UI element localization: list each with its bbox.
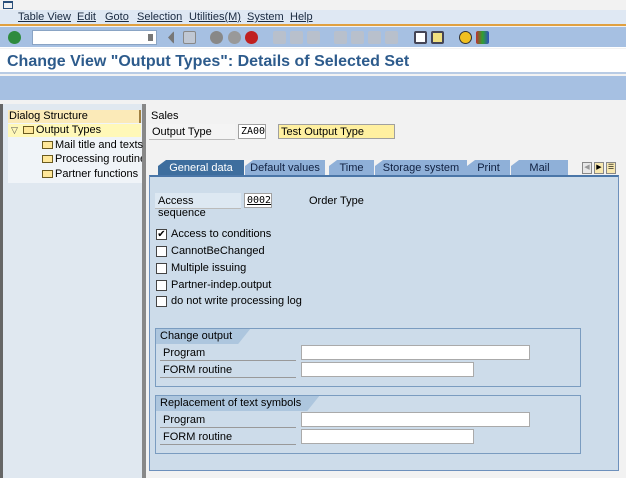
tab-time[interactable]: Time: [329, 160, 374, 176]
output-type-description: Test Output Type: [278, 124, 395, 139]
menu-selection[interactable]: Selection: [137, 11, 182, 23]
checkbox-label: Multiple issuing: [171, 262, 247, 274]
replacement-text-symbols-group: Replacement of text symbols Program FORM…: [155, 395, 581, 454]
command-field[interactable]: [32, 30, 157, 45]
checkbox-label: do not write processing log: [171, 295, 302, 307]
form-routine-label: FORM routine: [160, 430, 296, 445]
find-icon[interactable]: [290, 31, 303, 44]
checkbox-no-processing-log[interactable]: [156, 296, 167, 307]
tree-item-processing-routines[interactable]: Processing routines: [42, 153, 142, 165]
tab-scroll-right-button[interactable]: ▶: [594, 162, 604, 174]
change-output-group: Change output Program FORM routine: [155, 328, 581, 387]
tab-mail[interactable]: Mail: [511, 160, 568, 176]
tab-general-data[interactable]: General data: [158, 160, 244, 176]
output-type-label: Output Type: [149, 124, 235, 140]
checkbox-cannot-be-changed[interactable]: [156, 246, 167, 257]
exit-icon[interactable]: [228, 31, 241, 44]
tree-item-output-types[interactable]: ▽ Output Types: [8, 124, 141, 137]
tab-default-values[interactable]: Default values: [245, 160, 325, 176]
folder-icon: [42, 141, 53, 149]
menu-help[interactable]: Help: [290, 11, 313, 23]
change-output-program-field[interactable]: [301, 345, 530, 360]
access-sequence-label: Access sequence: [155, 193, 241, 219]
save-icon[interactable]: [183, 31, 196, 44]
dialog-structure-header: Dialog Structure: [8, 110, 141, 123]
menu-edit[interactable]: Edit: [77, 11, 96, 23]
customize-layout-icon[interactable]: [476, 31, 489, 44]
form-routine-label: FORM routine: [160, 363, 296, 378]
back-icon[interactable]: [168, 31, 174, 44]
replacement-form-field[interactable]: [301, 429, 474, 444]
tab-scroll-left-button[interactable]: ◀: [582, 162, 592, 174]
page-title: Change View "Output Types": Details of S…: [7, 53, 410, 70]
program-label: Program: [160, 346, 296, 361]
enter-icon[interactable]: [8, 31, 21, 44]
tab-print[interactable]: Print: [467, 160, 510, 176]
group-title: Change output: [156, 329, 250, 344]
standard-toolbar: [0, 27, 626, 48]
last-page-icon[interactable]: [385, 31, 398, 44]
access-sequence-field[interactable]: 0002: [244, 193, 272, 208]
title-bar: Change View "Output Types": Details of S…: [0, 49, 626, 74]
prev-page-icon[interactable]: [351, 31, 364, 44]
dialog-structure-panel: Dialog Structure ▽ Output Types Mail titl…: [0, 104, 146, 478]
checkbox-label: Partner-indep.output: [171, 279, 272, 291]
back-nav-icon[interactable]: [210, 31, 223, 44]
shortcut-icon[interactable]: [431, 31, 444, 44]
tree-item-mail-title[interactable]: Mail title and texts: [42, 139, 143, 151]
change-output-form-field[interactable]: [301, 362, 474, 377]
replacement-program-field[interactable]: [301, 412, 530, 427]
create-session-icon[interactable]: [414, 31, 427, 44]
checkbox-multiple-issuing[interactable]: [156, 263, 167, 274]
open-folder-icon: [22, 126, 34, 134]
general-data-panel: Access sequence 0002 Order Type ✔ Access…: [149, 175, 619, 471]
access-sequence-description: Order Type: [309, 195, 364, 207]
tab-storage-system[interactable]: Storage system: [375, 160, 467, 176]
menu-system[interactable]: System: [247, 11, 284, 23]
window-menu-icon[interactable]: [3, 1, 13, 9]
command-history-icon[interactable]: [148, 34, 153, 41]
checkbox-partner-indep-output[interactable]: [156, 280, 167, 291]
help-icon[interactable]: [459, 31, 472, 44]
menu-goto[interactable]: Goto: [105, 11, 129, 23]
program-label: Program: [160, 413, 296, 428]
menu-table-view[interactable]: Table View: [18, 11, 71, 23]
find-next-icon[interactable]: [307, 31, 320, 44]
folder-icon: [42, 170, 53, 178]
folder-icon: [42, 155, 53, 163]
tab-list-button[interactable]: ☰: [606, 162, 616, 174]
section-label: Sales: [151, 110, 179, 122]
output-type-field[interactable]: ZA00: [238, 124, 266, 139]
collapse-icon[interactable]: ▽: [11, 125, 18, 135]
next-page-icon[interactable]: [368, 31, 381, 44]
print-icon[interactable]: [273, 31, 286, 44]
checkbox-label: CannotBeChanged: [171, 245, 265, 257]
tree-item-partner-functions[interactable]: Partner functions: [42, 168, 138, 180]
application-toolbar: [0, 76, 626, 100]
menu-utilities[interactable]: Utilities(M): [189, 11, 241, 23]
checkbox-label: Access to conditions: [171, 228, 272, 240]
cancel-icon[interactable]: [245, 31, 258, 44]
first-page-icon[interactable]: [334, 31, 347, 44]
group-title: Replacement of text symbols: [156, 396, 319, 411]
menu-bar: Table View Edit Goto Selection Utilities…: [0, 10, 626, 26]
checkbox-access-to-conditions[interactable]: ✔: [156, 229, 167, 240]
